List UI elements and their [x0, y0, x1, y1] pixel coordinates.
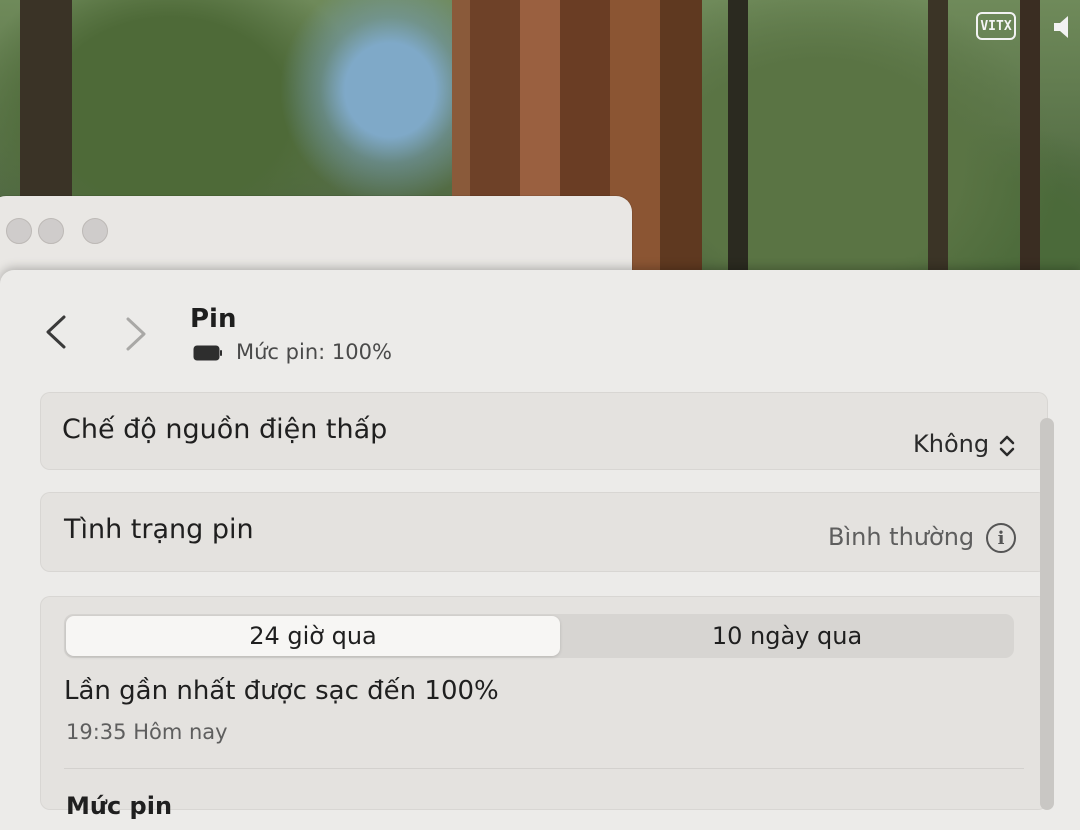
battery-level-text: Mức pin: 100% [236, 340, 392, 364]
time-range-segmented-control: 24 giờ qua 10 ngày qua [64, 614, 1014, 658]
tab-10-days[interactable]: 10 ngày qua [560, 614, 1014, 658]
up-down-chevron-icon[interactable] [996, 432, 1018, 460]
menu-bar [0, 0, 1080, 46]
battery-icon [193, 345, 222, 361]
window-zoom-button[interactable] [82, 218, 108, 244]
back-chevron-icon[interactable] [42, 314, 72, 350]
battery-health-label: Tình trạng pin [64, 514, 254, 545]
last-charged-time: 19:35 Hôm nay [66, 720, 228, 744]
battery-health-value: Bình thường [828, 523, 975, 551]
section-divider [64, 768, 1024, 769]
menubar-status-widget[interactable]: VITX [976, 12, 1016, 40]
tab-24-hours[interactable]: 24 giờ qua [66, 616, 560, 656]
scrollbar[interactable] [1040, 418, 1054, 810]
window-minimize-button[interactable] [38, 218, 64, 244]
low-power-mode-label: Chế độ nguồn điện thấp [62, 414, 388, 445]
info-icon[interactable]: i [986, 523, 1016, 553]
page-title: Pin [190, 304, 237, 334]
last-charged-title: Lần gần nhất được sạc đến 100% [64, 676, 499, 706]
window-close-button[interactable] [6, 218, 32, 244]
forward-chevron-icon[interactable] [120, 316, 150, 352]
speaker-icon[interactable] [1052, 14, 1076, 40]
low-power-mode-value[interactable]: Không [913, 430, 989, 458]
battery-level-section-heading: Mức pin [66, 792, 173, 820]
